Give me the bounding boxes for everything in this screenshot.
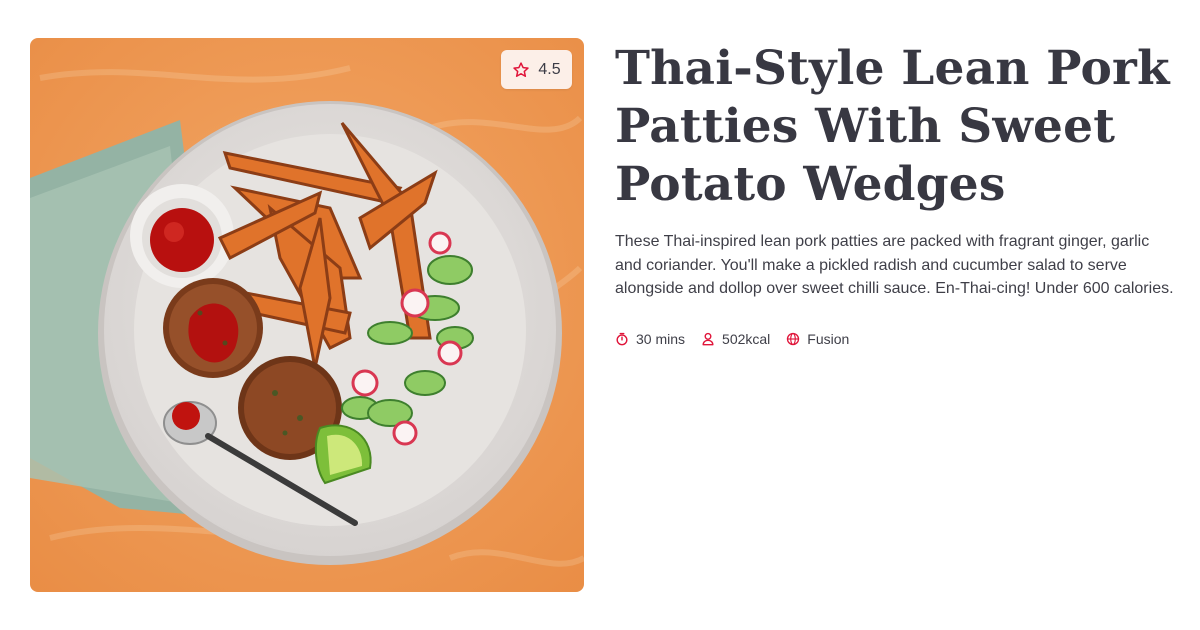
meta-cuisine-label: Fusion — [807, 330, 850, 347]
recipe-meta: 30 mins 502kcal Fusion — [615, 331, 1180, 347]
recipe-title: Thai-Style Lean Pork Patties With Sweet … — [615, 41, 1170, 212]
meta-cuisine: Fusion — [786, 331, 849, 347]
star-outline-icon — [513, 61, 530, 77]
recipe-photo — [30, 38, 584, 592]
rating-badge[interactable]: 4.5 — [501, 50, 572, 89]
globe-icon — [787, 332, 800, 345]
food-illustration — [30, 38, 584, 592]
meta-calories-label: 502kcal — [722, 330, 771, 347]
recipe-description: These Thai-inspired lean pork patties ar… — [615, 233, 1174, 297]
stopwatch-icon — [616, 332, 628, 345]
meta-time: 30 mins — [615, 331, 685, 347]
recipe-info: Thai-Style Lean Pork Patties With Sweet … — [615, 40, 1180, 347]
meta-time-label: 30 mins — [636, 330, 686, 347]
person-icon — [702, 332, 714, 345]
meta-calories: 502kcal — [701, 331, 770, 347]
rating-value: 4.5 — [538, 60, 561, 78]
